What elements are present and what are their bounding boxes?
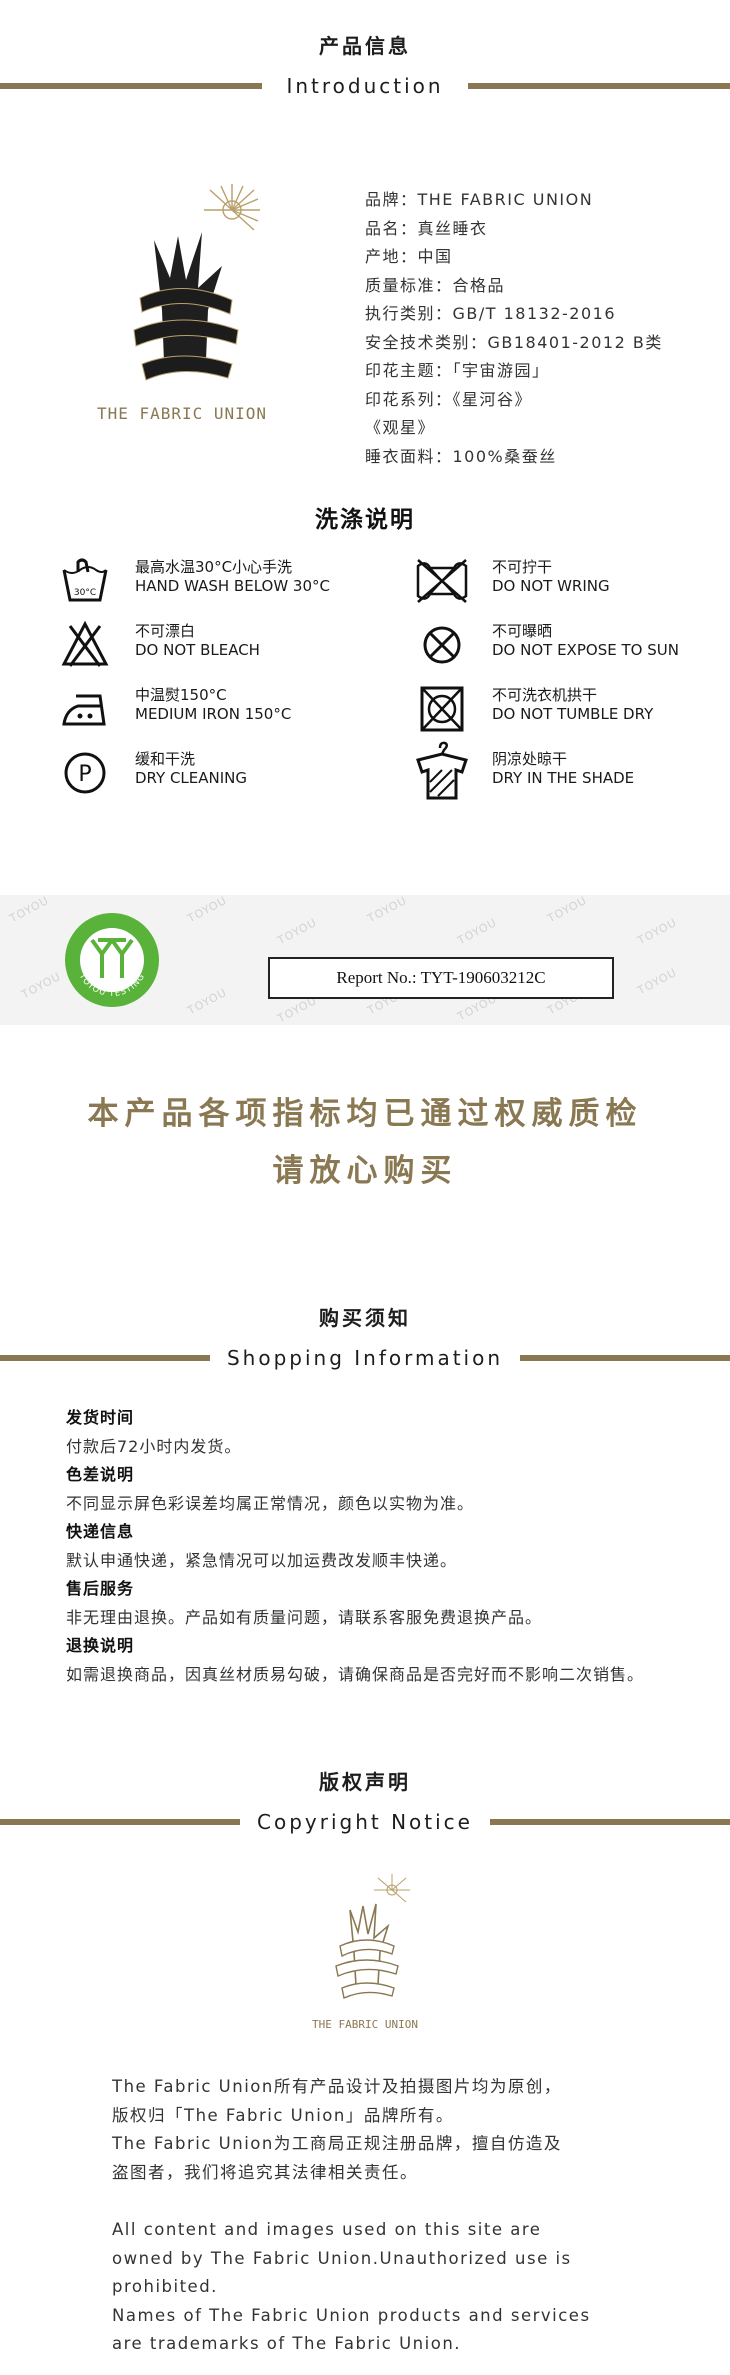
watermark: TOYOU [185,895,230,926]
do-not-wring-icon [416,559,468,603]
watermark: TOYOU [545,895,590,926]
watermark: TOYOU [635,915,680,948]
watermark: TOYOU [275,915,320,948]
care-cn: 不可拧干 [492,558,553,576]
dry-cleaning-icon: P [64,752,106,794]
shop-heading: 售后服务 [66,1579,135,1598]
dry-in-shade-icon [416,741,468,800]
testing-badge-icon: TOYOU TESTING [65,913,159,1007]
watermark: TOYOU [19,969,64,1002]
shopping-header: 购买须知 Shopping Information [0,1302,730,1373]
brand-hand-logo-icon [133,184,260,381]
product-detail-page: 产品信息 Introduction THE FABRIC UNION 品牌：TH… [0,0,730,2375]
shop-heading: 退换说明 [66,1636,135,1655]
shopping-info-list: 发货时间 付款后72小时内发货。 色差说明 不同显示屏色彩误差均属正常情况，颜色… [66,1404,686,1689]
intro-title-cn: 产品信息 [319,34,411,58]
care-cn: 不可曝晒 [492,622,553,640]
copyright-line: prohibited. [112,2277,218,2296]
copyright-line: Names of The Fabric Union products and s… [112,2305,591,2325]
shop-text: 非无理由退换。产品如有质量问题，请联系客服免费退换产品。 [66,1607,543,1627]
info-line: 质量标准：合格品 [365,275,506,295]
copyright-header: 版权声明 Copyright Notice [0,1766,730,1837]
info-line: 产地：中国 [365,247,453,266]
watermark: TOYOU [7,895,52,926]
care-en: DO NOT BLEACH [135,641,260,659]
shop-text: 如需退换商品，因真丝材质易勾破，请确保商品是否完好而不影响二次销售。 [66,1664,645,1684]
shop-text: 付款后72小时内发货。 [66,1436,242,1456]
copyright-cn-text: The Fabric Union所有产品设计及拍摄图片均为原创， 版权归「The… [112,2073,672,2187]
product-info-list: 品牌：THE FABRIC UNION 品名：真丝睡衣 产地：中国 质量标准：合… [365,186,663,471]
shop-heading: 发货时间 [66,1408,135,1427]
copyright-title-cn: 版权声明 [319,1770,411,1794]
shop-heading: 色差说明 [66,1465,135,1484]
copyright-line: are trademarks of The Fabric Union. [112,2334,462,2353]
brand-logo-text: THE FABRIC UNION [96,404,268,423]
shop-text: 不同显示屏色彩误差均属正常情况，颜色以实物为准。 [66,1493,475,1513]
hand-wash-icon: 30°C [62,558,108,602]
care-cn: 中温熨150°C [135,686,227,704]
care-cn: 不可漂白 [135,622,196,640]
shopping-title-cn: 购买须知 [319,1306,411,1330]
tub-temp-label: 30°C [74,588,96,598]
info-line: 品名：真丝睡衣 [365,218,488,238]
copyright-line: 盗图者，我们将追究其法律相关责任。 [112,2162,418,2182]
slogan-line-2: 请放心购买 [272,1153,458,1189]
care-cn: 缓和干洗 [135,750,196,768]
report-number: Report No.: TYT-190603212C [268,957,614,999]
copyright-line: owned by The Fabric Union.Unauthorized u… [112,2248,572,2268]
watermark: TOYOU [185,985,230,1018]
watermark: TOYOU [455,915,500,948]
copyright-line: The Fabric Union为工商局正规注册品牌，擅自仿造及 [112,2134,562,2153]
copyright-line: All content and images used on this site… [112,2220,542,2239]
shop-heading: 快递信息 [66,1522,135,1541]
slogan-line-1: 本产品各项指标均已通过权威质检 [87,1096,643,1132]
shop-text: 默认申通快递，紧急情况可以加运费改发顺丰快递。 [66,1550,458,1570]
info-line: 安全技术类别：GB18401-2012 B类 [365,332,663,352]
info-line: 品牌：THE FABRIC UNION [365,190,594,209]
care-cn: 阴凉处晾干 [492,750,568,768]
brand-logo-text-small: THE FABRIC UNION [312,2018,418,2031]
brand-hand-logo-small-icon [335,1874,410,2000]
care-en: HAND WASH BELOW 30°C [135,577,330,595]
watermark: TOYOU [635,965,680,998]
info-line: 印花主题：「宇宙游园」 [365,361,550,380]
care-en: DO NOT WRING [492,577,610,595]
info-line: 执行类别：GB/T 18132-2016 [365,304,617,323]
info-line: 印花系列：《星河谷》 [365,389,533,409]
intro-header: 产品信息 Introduction [0,30,730,101]
watermark: TOYOU [365,895,410,926]
do-not-bleach-icon [61,620,109,667]
no-tumble-dry-icon [420,686,464,732]
gold-rule-right [520,1355,730,1361]
gold-rule-right [490,1819,730,1825]
svg-text:P: P [78,762,91,787]
care-cn: 不可洗衣机拱干 [492,686,598,704]
care-cn: 最高水温30°C小心手洗 [135,558,293,576]
do-not-sun-icon [423,626,461,664]
care-en: DRY IN THE SHADE [492,769,635,787]
copyright-line: The Fabric Union所有产品设计及拍摄图片均为原创， [112,2077,562,2096]
copyright-en-text: All content and images used on this site… [112,2216,672,2359]
care-en: DRY CLEANING [135,769,248,787]
info-line: 《观星》 [365,418,436,437]
care-en: MEDIUM IRON 150°C [135,705,292,723]
care-en: DO NOT EXPOSE TO SUN [492,641,679,659]
care-en: DO NOT TUMBLE DRY [492,705,654,723]
medium-iron-icon [62,694,106,726]
info-line: 睡衣面料：100%桑蚕丝 [365,446,557,466]
washing-title: 洗涤说明 [315,507,415,533]
gold-rule-right [468,83,730,89]
copyright-line: 版权归「The Fabric Union」品牌所有。 [112,2105,454,2125]
